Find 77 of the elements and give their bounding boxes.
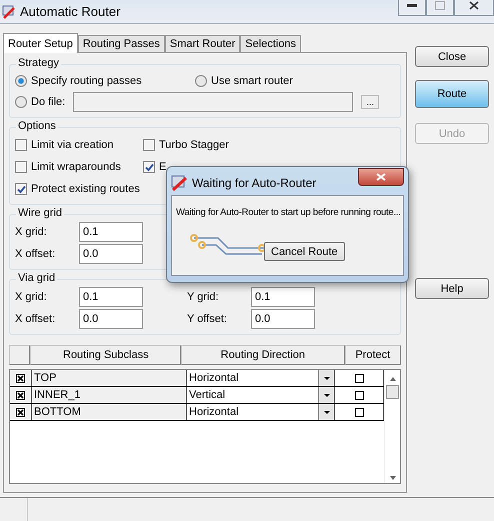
- include-checkbox[interactable]: [16, 374, 25, 382]
- checkbox[interactable]: [143, 139, 155, 151]
- group-title: Strategy: [16, 57, 61, 69]
- tab[interactable]: Smart Router: [164, 35, 240, 52]
- minimize-button[interactable]: [398, 0, 426, 16]
- group-title: Options: [16, 120, 58, 132]
- checkbox-label: Limit wraparounds: [31, 161, 121, 173]
- status-message: Waiting for Auto-Router to start up before running route...: [176, 207, 401, 218]
- group-title: Wire grid: [16, 207, 64, 219]
- field-label: X offset:: [15, 313, 56, 325]
- include-checkbox[interactable]: [16, 390, 25, 400]
- table-cell: TOP: [32, 370, 187, 386]
- tab[interactable]: Router Setup: [3, 33, 78, 53]
- table-cell: INNER_1: [32, 387, 187, 403]
- close-icon: [376, 173, 386, 181]
- group-title: Via grid: [16, 272, 58, 284]
- input-field[interactable]: 0.1: [251, 287, 315, 307]
- radio-button[interactable]: [195, 75, 207, 87]
- field-label: X grid:: [15, 226, 48, 238]
- scrollbar[interactable]: [384, 370, 400, 483]
- input-field[interactable]: 0.1: [79, 287, 143, 307]
- input-field[interactable]: 0.0: [79, 244, 143, 264]
- dialog-button[interactable]: Help: [415, 278, 489, 299]
- radio-button[interactable]: [15, 75, 27, 87]
- column-header[interactable]: Routing Subclass: [30, 345, 182, 365]
- router-icon: [171, 175, 187, 191]
- checkbox[interactable]: [15, 139, 27, 151]
- column-header: [9, 345, 30, 365]
- input-field[interactable]: 0.1: [79, 222, 143, 242]
- field-label: X grid:: [15, 291, 48, 303]
- checkbox[interactable]: [15, 161, 27, 173]
- field-label: Y grid:: [187, 291, 220, 303]
- column-header[interactable]: Protect: [344, 345, 401, 365]
- field-label: X offset:: [15, 248, 56, 260]
- tab[interactable]: Selections: [240, 35, 302, 52]
- radio-label: Use smart router: [211, 75, 293, 87]
- input-field[interactable]: 0.0: [79, 309, 143, 329]
- file-field[interactable]: [73, 92, 354, 112]
- protect-checkbox[interactable]: [354, 390, 364, 400]
- close-button[interactable]: [358, 168, 404, 186]
- close-icon: [469, 1, 479, 10]
- dialog-button[interactable]: Close: [415, 46, 489, 67]
- scroll-up-icon[interactable]: [390, 377, 396, 381]
- checkbox-label: Limit via creation: [31, 139, 114, 151]
- input-field[interactable]: 0.0: [251, 309, 315, 329]
- scroll-down-icon[interactable]: [390, 476, 396, 480]
- cancel-button[interactable]: Cancel Route: [264, 242, 345, 261]
- table-cell: BOTTOM: [32, 404, 187, 420]
- direction-dropdown[interactable]: Vertical: [187, 387, 335, 403]
- router-icon: [2, 4, 16, 18]
- checkbox[interactable]: [15, 183, 27, 195]
- window-title: Automatic Router: [20, 4, 120, 19]
- checkbox[interactable]: [143, 161, 155, 173]
- direction-dropdown[interactable]: Horizontal: [187, 404, 335, 420]
- caret-icon: [324, 394, 330, 396]
- maximize-icon: [435, 1, 445, 10]
- dialog-title: Waiting for Auto-Router: [192, 176, 316, 190]
- caret-icon: [324, 410, 330, 414]
- radio-button[interactable]: [15, 96, 27, 108]
- checkbox-label: Protect existing routes: [31, 183, 140, 195]
- radio-label: Do file:: [31, 96, 66, 108]
- checkbox-label: Turbo Stagger: [159, 139, 229, 151]
- caret-icon: [324, 376, 330, 380]
- dialog-button[interactable]: Route: [415, 80, 489, 108]
- browse-button[interactable]: ...: [361, 95, 380, 109]
- close-button[interactable]: [454, 0, 494, 16]
- include-checkbox[interactable]: [16, 408, 25, 416]
- scroll-thumb[interactable]: [386, 385, 399, 399]
- protect-checkbox[interactable]: [354, 374, 364, 382]
- tab[interactable]: Routing Passes: [78, 35, 165, 52]
- column-header[interactable]: Routing Direction: [181, 345, 345, 365]
- radio-label: Specify routing passes: [31, 75, 142, 87]
- minimize-icon: [407, 4, 417, 8]
- checkbox-label: E: [159, 161, 166, 173]
- protect-checkbox[interactable]: [354, 408, 364, 416]
- field-label: Y offset:: [187, 313, 228, 325]
- direction-dropdown[interactable]: Horizontal: [187, 370, 335, 386]
